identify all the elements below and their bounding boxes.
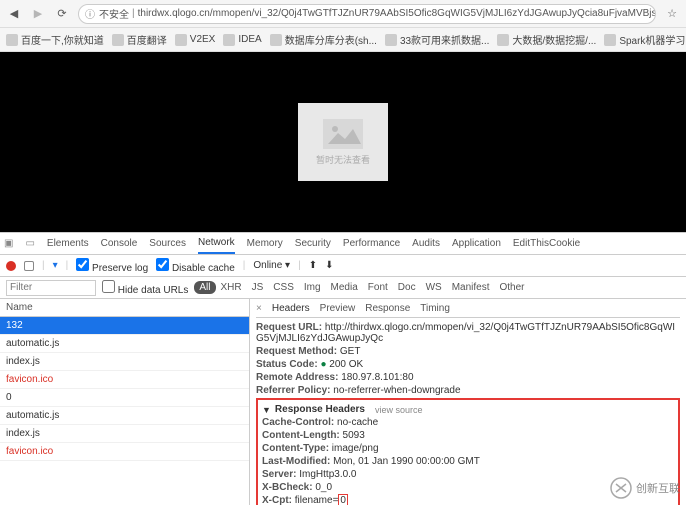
request-item[interactable]: automatic.js: [0, 407, 249, 425]
bookmark-favicon-icon: [175, 34, 187, 46]
bookmark-item[interactable]: 百度一下,你就知道: [6, 32, 104, 47]
type-filter[interactable]: JS: [247, 281, 269, 294]
bookmark-item[interactable]: 大数据/数据挖掘/...: [497, 32, 596, 47]
type-filter[interactable]: Img: [299, 281, 326, 294]
download-icon[interactable]: ⬇: [325, 260, 333, 271]
request-list: Name 132automatic.jsindex.jsfavicon.ico0…: [0, 299, 250, 505]
forward-button[interactable]: ▶: [30, 6, 46, 22]
bookmark-item[interactable]: Spark机器学习（豆...: [604, 32, 686, 47]
network-controls: | ▾ | Preserve log Disable cache | Onlin…: [0, 255, 686, 277]
header-row: Request Method: GET: [256, 346, 680, 357]
devtools-tab[interactable]: Console: [101, 234, 138, 253]
filter-toggle-icon[interactable]: ▾: [53, 260, 58, 271]
detail-tab[interactable]: Response: [365, 303, 410, 314]
header-row: Content-Type: image/png: [262, 443, 674, 454]
view-source-link[interactable]: view source: [375, 405, 423, 415]
response-headers-title[interactable]: ▼Response Headers view source: [262, 404, 674, 415]
header-row: Status Code: ● 200 OK: [256, 359, 680, 370]
devtools-tab[interactable]: Memory: [247, 234, 283, 253]
disable-cache-checkbox[interactable]: Disable cache: [156, 258, 235, 274]
bookmark-favicon-icon: [497, 34, 509, 46]
image-placeholder: 暂时无法查看: [298, 103, 388, 181]
request-item[interactable]: 132: [0, 317, 249, 335]
request-item[interactable]: automatic.js: [0, 335, 249, 353]
bookmark-item[interactable]: IDEA: [223, 34, 261, 46]
bookmark-item[interactable]: 33款可用来抓数据...: [385, 32, 489, 47]
request-item[interactable]: index.js: [0, 425, 249, 443]
header-row: Content-Length: 5093: [262, 430, 674, 441]
bookmarks-bar: 百度一下,你就知道百度翻译 V2EX IDEA 数据库分库分表(sh... 33款可用来…: [0, 28, 686, 52]
type-filter[interactable]: Doc: [393, 281, 421, 294]
bookmark-item[interactable]: 百度翻译: [112, 32, 167, 47]
devtools-tab[interactable]: Security: [295, 234, 331, 253]
devtools-tab[interactable]: Application: [452, 234, 501, 253]
reload-button[interactable]: ⟳: [54, 6, 70, 22]
type-filter[interactable]: XHR: [216, 281, 247, 294]
bookmark-item[interactable]: 数据库分库分表(sh...: [270, 32, 377, 47]
type-filter[interactable]: All: [194, 281, 215, 294]
request-item[interactable]: favicon.ico: [0, 371, 249, 389]
header-row: Request URL: http://thirdwx.qlogo.cn/mmo…: [256, 322, 680, 344]
request-item[interactable]: 0: [0, 389, 249, 407]
type-filter[interactable]: Manifest: [447, 281, 495, 294]
type-filter[interactable]: Other: [495, 281, 530, 294]
header-row: Remote Address: 180.97.8.101:80: [256, 372, 680, 383]
type-filter[interactable]: Media: [326, 281, 363, 294]
hide-dataurls-checkbox[interactable]: Hide data URLs: [102, 280, 188, 296]
detail-tab[interactable]: Timing: [420, 303, 450, 314]
page-content: 暂时无法查看: [0, 52, 686, 232]
name-column-header: Name: [0, 299, 249, 317]
bookmark-favicon-icon: [270, 34, 282, 46]
insecure-label: 不安全: [99, 6, 129, 21]
filter-input[interactable]: [6, 280, 96, 296]
header-row: Referrer Policy: no-referrer-when-downgr…: [256, 385, 680, 396]
type-filter[interactable]: Font: [363, 281, 393, 294]
devtools-tab[interactable]: EditThisCookie: [513, 234, 580, 253]
record-button[interactable]: [6, 261, 16, 271]
devtools-tab[interactable]: Audits: [412, 234, 440, 253]
devtools-tabs: ▣ ▭ Elements Console Sources Network Memory S…: [0, 233, 686, 255]
device-icon[interactable]: ▭: [25, 238, 34, 249]
devtools-panel: ▣ ▭ Elements Console Sources Network Memory S…: [0, 232, 686, 505]
bookmark-favicon-icon: [6, 34, 18, 46]
type-filter[interactable]: CSS: [268, 281, 299, 294]
detail-tab[interactable]: Headers: [272, 303, 310, 314]
bookmark-favicon-icon: [112, 34, 124, 46]
header-row: Cache-Control: no-cache: [262, 417, 674, 428]
address-bar[interactable]: ⓘ 不安全 | thirdwx.qlogo.cn/mmopen/vi_32/Q0…: [78, 4, 656, 24]
bookmark-favicon-icon: [604, 34, 616, 46]
network-filter-bar: Hide data URLs AllXHRJSCSSImgMediaFontDo…: [0, 277, 686, 299]
watermark-logo: 创新互联: [610, 477, 680, 499]
detail-tab[interactable]: Preview: [320, 303, 356, 314]
bookmark-item[interactable]: V2EX: [175, 34, 216, 46]
type-filter[interactable]: WS: [421, 281, 447, 294]
devtools-tab[interactable]: Performance: [343, 234, 400, 253]
placeholder-text: 暂时无法查看: [316, 153, 370, 166]
upload-icon[interactable]: ⬆: [309, 260, 317, 271]
url-text: thirdwx.qlogo.cn/mmopen/vi_32/Q0j4TwGTfT…: [138, 8, 656, 19]
devtools-tab[interactable]: Elements: [47, 234, 89, 253]
close-detail-icon[interactable]: ×: [256, 303, 262, 314]
insecure-icon: ⓘ: [85, 6, 95, 21]
clear-button[interactable]: [24, 261, 34, 271]
devtools-tab[interactable]: Network: [198, 233, 235, 254]
bookmark-favicon-icon: [385, 34, 397, 46]
inspect-icon[interactable]: ▣: [4, 238, 13, 249]
request-item[interactable]: favicon.ico: [0, 443, 249, 461]
request-item[interactable]: index.js: [0, 353, 249, 371]
online-select[interactable]: Online ▾: [253, 260, 290, 271]
devtools-tab[interactable]: Sources: [149, 234, 186, 253]
header-row: Last-Modified: Mon, 01 Jan 1990 00:00:00…: [262, 456, 674, 467]
request-detail: × Headers Preview Response Timing Request U…: [250, 299, 686, 505]
bookmark-favicon-icon: [223, 34, 235, 46]
preserve-log-checkbox[interactable]: Preserve log: [76, 258, 148, 274]
star-icon[interactable]: ☆: [664, 6, 680, 22]
back-button[interactable]: ◀: [6, 6, 22, 22]
